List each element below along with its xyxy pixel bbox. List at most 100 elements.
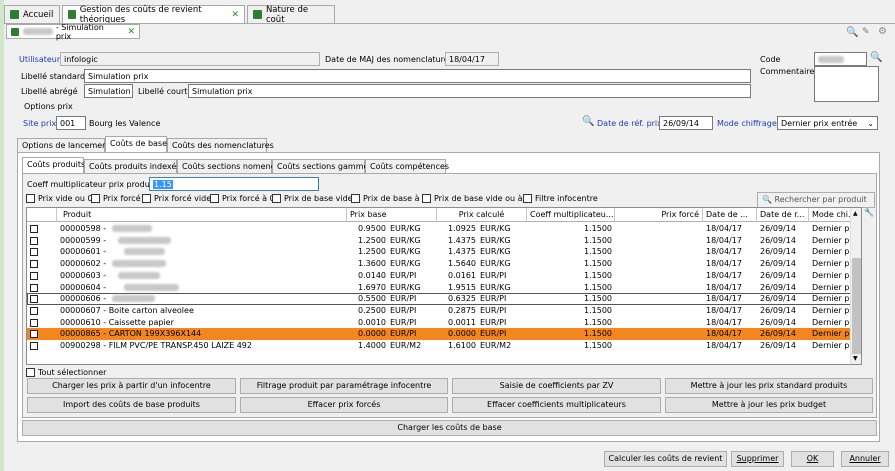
col-coeff[interactable]: Coeff multiplicateu... <box>527 208 615 222</box>
row-checkbox[interactable] <box>30 318 38 327</box>
row-checkbox[interactable] <box>30 271 38 280</box>
filter-prix-vide[interactable]: Prix vide ou 0 <box>26 194 93 203</box>
cell-date-2: 26/09/14 <box>760 270 796 280</box>
code-search-icon[interactable]: 🔍 <box>870 52 882 63</box>
col-prix-force[interactable]: Prix forcé <box>615 208 703 222</box>
edit-icon[interactable]: ✎ <box>862 27 870 37</box>
close-subwindow-icon[interactable]: ✕ <box>127 27 135 37</box>
row-checkbox[interactable] <box>30 295 38 304</box>
produits-grid[interactable]: Produit Prix base Prix calculé Coeff mul… <box>26 207 862 365</box>
saisie-coeff-zv-button[interactable]: Saisie de coefficients par ZV <box>452 378 661 394</box>
table-row[interactable]: 00000603 - 0.0140 EUR/PI 0.0161 EUR/PI 1.1500… <box>27 270 855 282</box>
checkbox[interactable] <box>422 194 431 203</box>
checkbox[interactable] <box>210 194 219 203</box>
filtrage-infocentre-button[interactable]: Filtrage produit par paramétrage infocen… <box>240 378 448 394</box>
libelle-standard-field[interactable]: Simulation prix <box>84 69 751 83</box>
maj-prix-budget-button[interactable]: Mettre à jour les prix budget <box>665 397 873 413</box>
calculer-couts-button[interactable]: Calculer les coûts de revient <box>604 451 727 467</box>
site-prix-code[interactable]: 001 <box>56 116 86 130</box>
ok-button[interactable]: OK <box>791 451 834 467</box>
col-produit[interactable]: Produit <box>57 208 347 222</box>
checkbox[interactable] <box>142 194 151 203</box>
col-prix-calcule[interactable]: Prix calculé <box>437 208 527 222</box>
tab-couts-produits[interactable]: Coûts produits <box>22 157 85 174</box>
table-row[interactable]: 00000599 - 1.2500 EUR/KG 1.4375 EUR/KG 1.1500… <box>27 235 855 247</box>
coeff-input[interactable]: 1.15 <box>149 177 319 191</box>
checkbox[interactable] <box>26 368 35 377</box>
col-date-1[interactable]: Date de ... <box>703 208 757 222</box>
tab-couts-sections-gamme[interactable]: Coûts sections gamme <box>272 159 368 174</box>
code-field[interactable] <box>814 52 867 66</box>
close-tab-icon[interactable]: ✕ <box>231 10 239 20</box>
filter-prix-force[interactable]: Prix forcé <box>91 194 141 203</box>
checkbox[interactable] <box>26 194 35 203</box>
col-prix-base[interactable]: Prix base <box>347 208 437 222</box>
grid-scrollbar[interactable]: ▲ ▼ <box>850 208 861 364</box>
annuler-button[interactable]: Annuler <box>841 451 889 467</box>
row-checkbox[interactable] <box>30 248 38 257</box>
col-date-2[interactable]: Date de r... <box>757 208 809 222</box>
table-row[interactable]: 00900298 - FILM PVC/PE TRANSP.450 LAIZE … <box>27 340 855 352</box>
effacer-prix-forces-button[interactable]: Effacer prix forcés <box>240 397 448 413</box>
subwindow-tab[interactable]: - Simulation prix ✕ <box>6 23 140 41</box>
tab-couts-competences[interactable]: Coûts compétences <box>365 159 449 174</box>
table-row[interactable]: 00000601 - 1.2500 EUR/KG 1.4375 EUR/KG 1.1500… <box>27 246 855 258</box>
checkbox[interactable] <box>91 194 100 203</box>
checkbox[interactable] <box>272 194 281 203</box>
checkbox[interactable] <box>523 194 532 203</box>
filter-prix-force-0[interactable]: Prix forcé à 0 <box>210 194 275 203</box>
maj-prix-standard-button[interactable]: Mettre à jour les prix standard produits <box>665 378 873 394</box>
table-row[interactable]: 00000602 - 1.3600 EUR/KG 1.5640 EUR/KG 1.1500… <box>27 258 855 270</box>
scroll-up-icon[interactable]: ▲ <box>853 210 858 217</box>
charger-couts-base-button[interactable]: Charger les coûts de base <box>22 420 877 436</box>
supprimer-button[interactable]: Supprimer <box>731 451 784 467</box>
tab-couts-nomenclatures[interactable]: Coûts des nomenclatures <box>167 138 274 153</box>
tab-accueil[interactable]: Accueil <box>4 5 60 23</box>
libelle-court-field[interactable]: Simulation prix <box>188 84 751 98</box>
rechercher-produit-button[interactable]: 🔍 Rechercher par produit <box>757 192 875 208</box>
table-row[interactable]: 00000604 - 1.6970 EUR/KG 1.9515 EUR/KG 1.1500… <box>27 282 855 294</box>
table-row[interactable]: 00000598 - 0.9500 EUR/KG 1.0925 EUR/KG 1.1500… <box>27 223 855 235</box>
filter-infocentre[interactable]: Filtre infocentre <box>523 194 598 203</box>
tab-nature-cout[interactable]: Nature de coût <box>247 5 335 25</box>
row-checkbox[interactable] <box>30 260 38 269</box>
row-checkbox[interactable] <box>30 236 38 245</box>
tab-gestion-couts[interactable]: Gestion des coûts de revient théoriques ✕ <box>62 5 245 25</box>
settings-icon[interactable]: ⚙ <box>878 26 887 37</box>
col-mode[interactable]: Mode chi... <box>809 208 851 222</box>
table-row[interactable]: 00000606 - 0.5500 EUR/PI 0.6325 EUR/PI 1.1500… <box>27 293 855 305</box>
pin-icon[interactable]: 🔧 <box>864 208 874 217</box>
search-icon-top[interactable]: 🔍 <box>846 27 858 38</box>
charger-prix-infocentre-button[interactable]: Charger les prix à partir d'un infocentr… <box>27 378 236 394</box>
filter-prix-force-vide[interactable]: Prix forcé vide <box>142 194 211 203</box>
tab-options-lancement[interactable]: Options de lancement <box>17 138 110 153</box>
import-couts-base-button[interactable]: Import des coûts de base produits <box>27 397 236 413</box>
scroll-down-icon[interactable]: ▼ <box>853 355 858 362</box>
table-row[interactable]: 00000610 - Caissette papier 0.0010 EUR/PI 0… <box>27 317 855 329</box>
row-checkbox[interactable] <box>30 283 38 292</box>
date-ref-field[interactable]: 26/09/14 <box>659 116 713 130</box>
filter-prix-base-vide-0[interactable]: Prix de base vide ou à 0 <box>422 194 530 203</box>
table-row[interactable]: 00000865 - CARTON 199X396X144 0.0000 EUR/P… <box>27 328 855 340</box>
tab-couts-base[interactable]: Coûts de base <box>105 136 167 153</box>
row-checkbox[interactable] <box>30 330 38 339</box>
libelle-abrege-field[interactable]: Simulation <box>84 84 133 98</box>
tab-couts-produits-indexes[interactable]: Coûts produits indexés <box>84 159 180 174</box>
checkbox[interactable] <box>351 194 360 203</box>
cell-unit-base: EUR/PI <box>390 294 417 304</box>
row-checkbox[interactable] <box>30 306 38 315</box>
tab-couts-sections-nomenc[interactable]: Coûts sections nomenc <box>177 159 275 174</box>
filter-prix-base-0[interactable]: Prix de base à 0 <box>351 194 427 203</box>
effacer-coeff-button[interactable]: Effacer coefficients multiplicateurs <box>452 397 661 413</box>
filter-prix-base-vide[interactable]: Prix de base vide <box>272 194 353 203</box>
row-checkbox[interactable] <box>30 225 38 233</box>
commentaire-field[interactable] <box>814 66 879 102</box>
site-search-icon[interactable]: 🔍 <box>582 116 594 127</box>
table-row[interactable]: 00000607 - Boite carton alveolee 0.2500 EU… <box>27 305 855 317</box>
select-all-checkbox[interactable]: Tout sélectionner <box>26 368 106 377</box>
mode-chiffrage-select[interactable]: Dernier prix entrée ⌄ <box>777 116 878 130</box>
row-checkbox[interactable] <box>30 342 38 350</box>
scroll-thumb[interactable] <box>852 258 861 354</box>
cell-mode: Dernier pri... <box>812 282 855 292</box>
chevron-down-icon: ⌄ <box>867 119 874 128</box>
